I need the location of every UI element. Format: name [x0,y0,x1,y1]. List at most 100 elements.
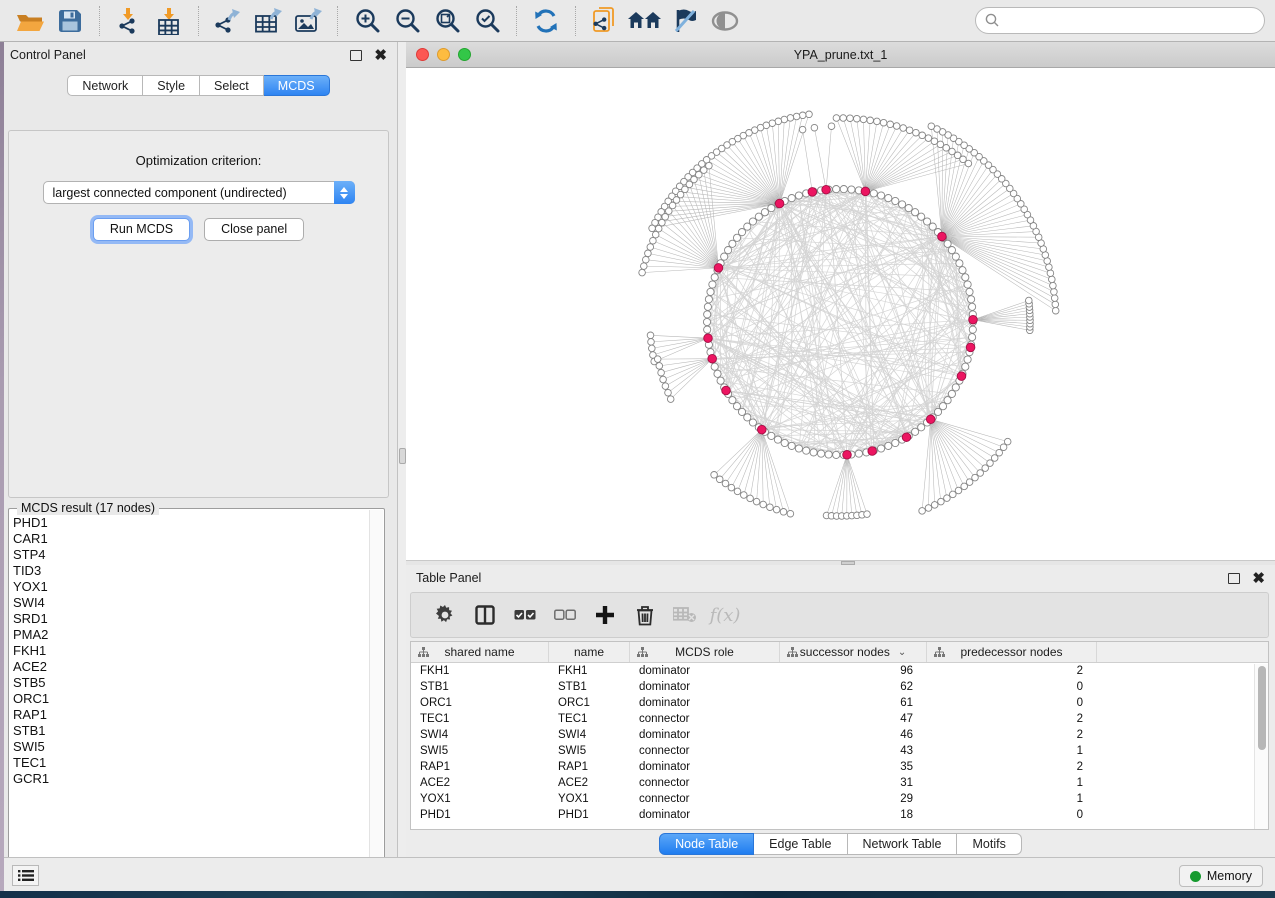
mcds-result-item[interactable]: ACE2 [13,659,368,675]
network-graph[interactable] [406,68,1275,560]
mcds-result-item[interactable]: SRD1 [13,611,368,627]
table-row-TEC1[interactable]: TEC1TEC1connector472 [411,711,1268,727]
mcds-result-item[interactable]: PMA2 [13,627,368,643]
import-network-button[interactable] [112,5,146,37]
export-image-button[interactable] [291,5,325,37]
minimize-window-icon[interactable] [437,48,450,61]
table-row-ORC1[interactable]: ORC1ORC1dominator610 [411,695,1268,711]
mcds-result-item[interactable]: PHD1 [13,515,368,531]
cell-predecessor-nodes: 0 [927,679,1097,695]
tab-node-table[interactable]: Node Table [659,833,754,855]
new-network-from-selection-button[interactable] [588,5,622,37]
network-canvas[interactable] [406,68,1275,560]
mcds-result-item[interactable]: SWI5 [13,739,368,755]
mcds-result-item[interactable]: FKH1 [13,643,368,659]
vertical-splitter[interactable] [397,42,406,857]
tab-network[interactable]: Network [67,75,143,96]
tab-motifs[interactable]: Motifs [957,833,1021,855]
mcds-result-item[interactable]: TID3 [13,563,368,579]
export-network-button[interactable] [211,5,245,37]
cell-name: SWI5 [549,743,630,759]
close-panel-button[interactable]: Close panel [204,218,304,241]
cell-shared-name: ACE2 [411,775,549,791]
select-all-icon [514,609,536,621]
table-row-YOX1[interactable]: YOX1YOX1connector291 [411,791,1268,807]
mcds-result-item[interactable]: GCR1 [13,771,368,787]
zoom-selected-button[interactable] [470,5,504,37]
table-scrollbar[interactable] [1254,664,1268,829]
zoom-out-icon [394,7,421,34]
mcds-result-item[interactable]: YOX1 [13,579,368,595]
table-row-FKH1[interactable]: FKH1FKH1dominator962 [411,663,1268,679]
mcds-result-item[interactable]: STP4 [13,547,368,563]
table-row-ACE2[interactable]: ACE2ACE2connector311 [411,775,1268,791]
delete-column-button[interactable] [627,598,663,632]
close-panel-icon[interactable]: ✖ [1252,573,1265,584]
refresh-button[interactable] [529,5,563,37]
cell-name: RAP1 [549,759,630,775]
first-neighbors-button[interactable] [628,5,662,37]
column-header-MCDS-role[interactable]: MCDS role [630,642,780,662]
tab-style[interactable]: Style [143,75,200,96]
cell-MCDS-role: connector [630,743,780,759]
delete-table-button [667,598,703,632]
delete-column-icon [636,605,654,626]
export-table-button[interactable] [251,5,285,37]
mcds-result-item[interactable]: CAR1 [13,531,368,547]
zoom-out-button[interactable] [390,5,424,37]
column-header-name[interactable]: name [549,642,630,662]
import-table-button[interactable] [152,5,186,37]
tab-network-table[interactable]: Network Table [848,833,958,855]
table-panel-title: Table Panel [416,571,481,585]
optimization-criterion-select[interactable]: largest connected component (undirected) [43,181,355,204]
tab-edge-table[interactable]: Edge Table [754,833,847,855]
open-session-button[interactable] [13,5,47,37]
mcds-result-item[interactable]: STB5 [13,675,368,691]
tab-mcds[interactable]: MCDS [264,75,330,96]
cell-predecessor-nodes: 0 [927,807,1097,823]
memory-button[interactable]: Memory [1179,865,1263,887]
column-label: predecessor nodes [960,645,1062,659]
select-all-button[interactable] [507,598,543,632]
tab-select[interactable]: Select [200,75,264,96]
maximize-window-icon[interactable] [458,48,471,61]
mcds-result-item[interactable]: TEC1 [13,755,368,771]
close-window-icon[interactable] [416,48,429,61]
splitter-grip[interactable] [399,448,406,464]
table-row-STB1[interactable]: STB1STB1dominator620 [411,679,1268,695]
column-label: successor nodes [800,645,890,659]
split-columns-button[interactable] [467,598,503,632]
run-mcds-button[interactable]: Run MCDS [93,218,190,241]
task-history-button[interactable] [12,865,39,886]
deselect-all-button[interactable] [547,598,583,632]
mcds-result-item[interactable]: RAP1 [13,707,368,723]
zoom-in-button[interactable] [350,5,384,37]
mcds-result-list[interactable]: PHD1CAR1STP4TID3YOX1SWI4SRD1PMA2FKH1ACE2… [13,515,368,877]
column-header-shared-name[interactable]: shared name [411,642,549,662]
add-column-button[interactable] [587,598,623,632]
network-window-titlebar: YPA_prune.txt_1 [406,42,1275,68]
add-column-icon [595,605,615,625]
float-panel-icon[interactable] [350,50,362,61]
cell-MCDS-role: dominator [630,807,780,823]
table-row-PHD1[interactable]: PHD1PHD1dominator180 [411,807,1268,823]
mcds-result-item[interactable]: SWI4 [13,595,368,611]
search-input[interactable] [975,7,1265,34]
save-session-button[interactable] [53,5,87,37]
table-row-SWI4[interactable]: SWI4SWI4dominator462 [411,727,1268,743]
zoom-fit-button[interactable] [430,5,464,37]
gear-button[interactable] [427,598,463,632]
float-panel-icon[interactable] [1228,573,1240,584]
mcds-result-item[interactable]: ORC1 [13,691,368,707]
table-row-SWI5[interactable]: SWI5SWI5connector431 [411,743,1268,759]
close-panel-icon[interactable]: ✖ [374,50,387,61]
window-controls [406,48,471,61]
table-row-RAP1[interactable]: RAP1RAP1dominator352 [411,759,1268,775]
scrollbar-thumb[interactable] [1258,666,1266,750]
column-header-successor-nodes[interactable]: successor nodes⌄ [780,642,927,662]
mcds-list-scrollbar[interactable] [369,510,383,878]
hide-selected-button[interactable] [668,5,702,37]
show-all-button[interactable] [708,5,742,37]
column-header-predecessor-nodes[interactable]: predecessor nodes [927,642,1097,662]
mcds-result-item[interactable]: STB1 [13,723,368,739]
